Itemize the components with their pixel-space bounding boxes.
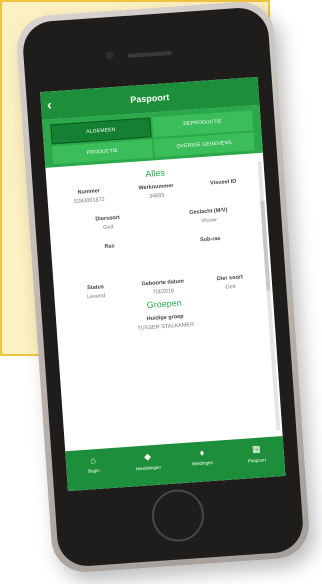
bottom-nav: ⌂ Begin ◆ Handelingen ♦ Meldingen ▦ Pasp… bbox=[65, 436, 286, 492]
nav-item-begin[interactable]: ⌂ Begin bbox=[65, 447, 122, 491]
passport-content: Alles Nummer 5283001872 Werknummer 34693… bbox=[45, 153, 275, 342]
nav-label-handelingen: Handelingen bbox=[135, 464, 162, 472]
nav-item-meldingen[interactable]: ♦ Meldingen bbox=[174, 440, 231, 484]
speaker-icon bbox=[127, 50, 172, 58]
phone-body: ‹ Paspoort ALGEMEEN REPRODUCTIE PRODUCTI… bbox=[21, 6, 305, 568]
tag-icon: ◆ bbox=[143, 451, 152, 462]
camera-icon bbox=[105, 50, 114, 60]
app-screen: ‹ Paspoort ALGEMEEN REPRODUCTIE PRODUCTI… bbox=[40, 76, 286, 492]
chevron-left-icon[interactable]: ‹ bbox=[46, 96, 52, 112]
nav-item-paspoort[interactable]: ▦ Paspoort bbox=[228, 436, 285, 480]
nav-label-meldingen: Meldingen bbox=[192, 459, 214, 467]
nav-label-begin: Begin bbox=[87, 467, 100, 474]
passport-icon: ▦ bbox=[251, 443, 261, 455]
geboorte-datum-value: 7/3/2018 bbox=[152, 288, 175, 296]
home-button[interactable] bbox=[150, 487, 206, 544]
nav-item-handelingen[interactable]: ◆ Handelingen bbox=[120, 444, 177, 488]
phone-frame: ‹ Paspoort ALGEMEEN REPRODUCTIE PRODUCTI… bbox=[14, 0, 312, 575]
dier-soort-value: Geit bbox=[225, 283, 236, 291]
home-icon: ⌂ bbox=[90, 455, 97, 466]
status-value: Levend bbox=[86, 293, 106, 301]
bell-icon: ♦ bbox=[199, 447, 205, 458]
visueel-id-label: Visueel ID bbox=[209, 178, 237, 187]
nav-label-paspoort: Paspoort bbox=[247, 457, 267, 464]
page-title: Paspoort bbox=[129, 92, 170, 105]
